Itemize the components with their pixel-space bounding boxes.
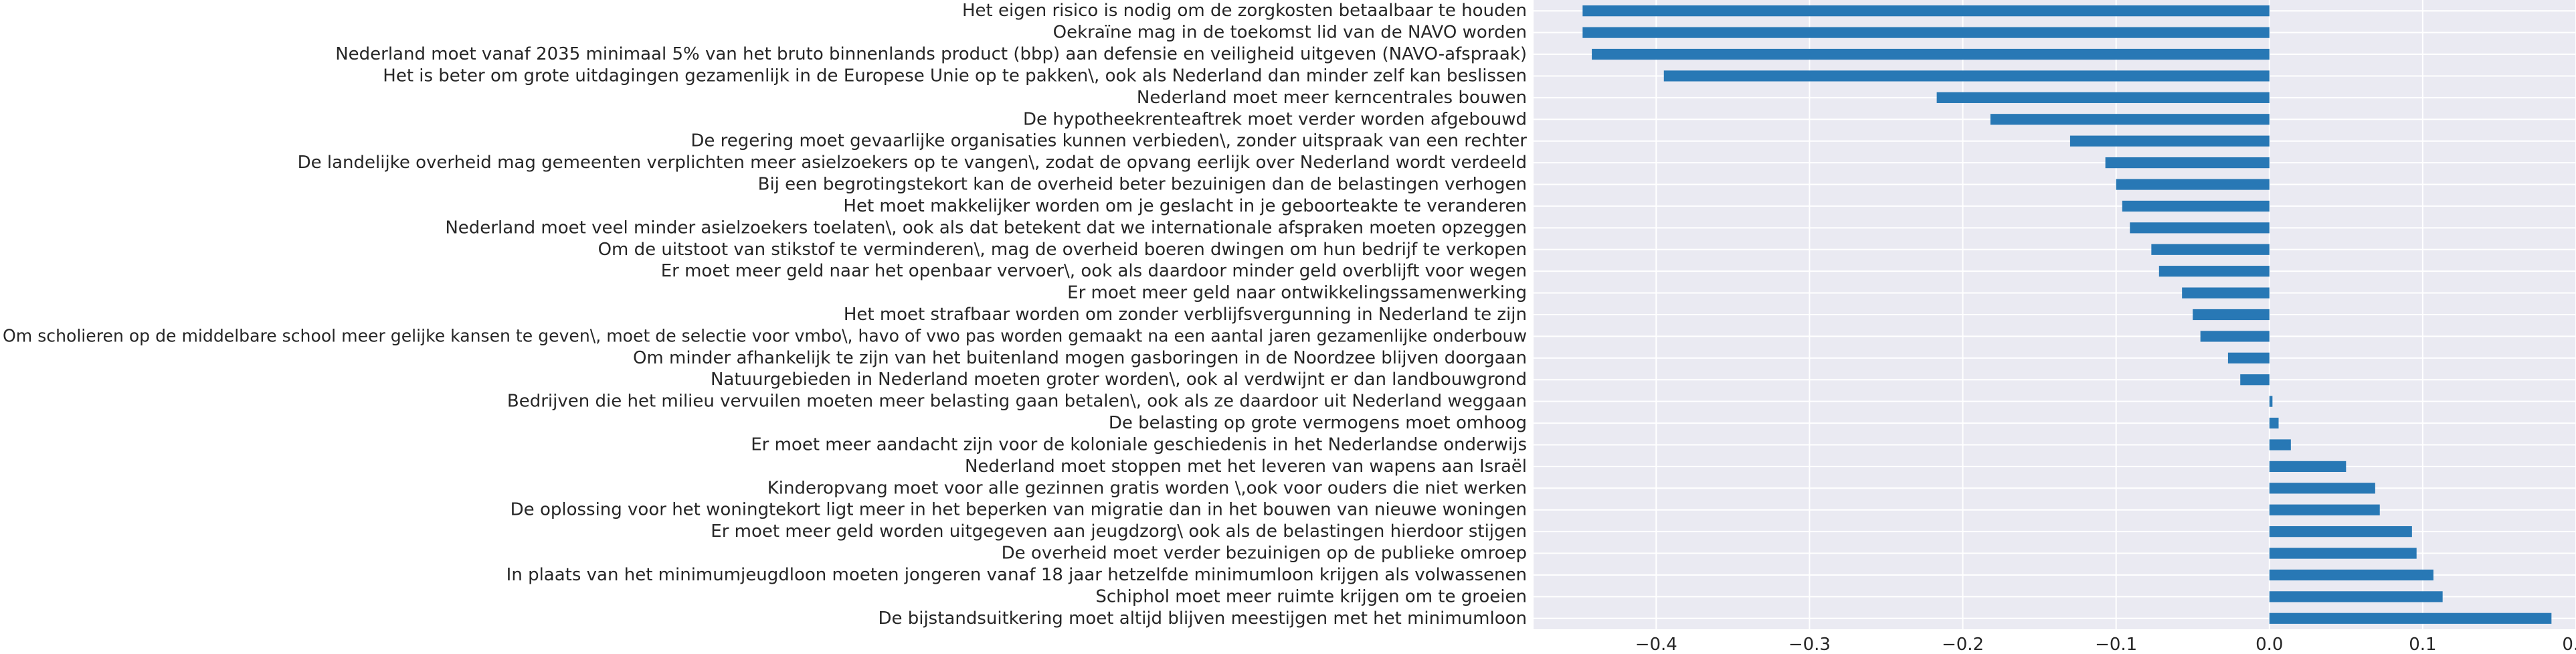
- bar: [2116, 179, 2270, 190]
- category-label: Het moet makkelijker worden om je geslac…: [843, 196, 1527, 216]
- category-label: Er moet meer geld naar het openbaar verv…: [661, 261, 1527, 281]
- x-tick-label: −0.3: [1788, 635, 1831, 654]
- category-label: Nederland moet stoppen met het leveren v…: [965, 457, 1527, 477]
- category-label: De bijstandsuitkering moet altijd blijve…: [878, 608, 1527, 629]
- category-label: Nederland moet veel minder asielzoekers …: [445, 218, 1527, 238]
- bar: [1990, 114, 2270, 125]
- category-label: Nederland moet vanaf 2035 minimaal 5% va…: [335, 44, 1527, 64]
- bar: [2105, 157, 2270, 169]
- bar: [2151, 244, 2270, 255]
- category-label: Bedrijven die het milieu vervuilen moete…: [507, 392, 1527, 412]
- bar: [2193, 309, 2270, 321]
- category-label: Oekraïne mag in de toekomst lid van de N…: [1053, 23, 1527, 43]
- bar: [2269, 548, 2417, 559]
- bar: [2069, 135, 2270, 147]
- bar: [2269, 526, 2412, 538]
- x-axis-ticks: −0.4 −0.3 −0.2 −0.1 0.0 0.1 0.2: [1635, 635, 2576, 654]
- category-label: De oplossing voor het woningtekort ligt …: [511, 500, 1527, 520]
- x-tick-label: 0.1: [2409, 635, 2436, 654]
- bar: [2269, 439, 2291, 451]
- category-label: Er moet meer geld naar ontwikkelingssame…: [1067, 283, 1527, 303]
- bar: [2200, 331, 2270, 342]
- bar: [2269, 569, 2433, 581]
- category-label: Om minder afhankelijk te zijn van het bu…: [633, 348, 1527, 368]
- category-label: De landelijke overheid mag gemeenten ver…: [298, 153, 1527, 173]
- category-label: Bij een begrotingstekort kan de overheid…: [758, 175, 1527, 195]
- category-label: Kinderopvang moet voor alle gezinnen gra…: [767, 478, 1527, 498]
- x-tick-label: −0.2: [1942, 635, 1984, 654]
- category-label: Om scholieren op de middelbare school me…: [3, 326, 1527, 346]
- bar: [2269, 612, 2552, 624]
- category-label: In plaats van het minimumjeugdloon moete…: [507, 565, 1527, 585]
- category-label: De belasting op grote vermogens moet omh…: [1109, 413, 1527, 433]
- bar: [1582, 5, 2270, 17]
- bar: [2269, 591, 2443, 602]
- bar: [2130, 222, 2270, 234]
- bar: [2269, 461, 2347, 472]
- bar: [2269, 504, 2380, 515]
- category-label: De hypotheekrenteaftrek moet verder word…: [1023, 109, 1527, 129]
- category-label: Schiphol moet meer ruimte krijgen om te …: [1095, 586, 1527, 606]
- bar: [1936, 92, 2270, 103]
- x-tick-label: −0.1: [2095, 635, 2137, 654]
- chart: Het eigen risico is nodig om de zorgkost…: [3, 0, 2576, 654]
- category-label: Het is beter om grote uitdagingen gezame…: [383, 66, 1527, 86]
- bar: [2269, 483, 2375, 494]
- category-label: Er moet meer geld worden uitgegeven aan …: [711, 521, 1527, 542]
- bar: [2158, 266, 2270, 277]
- x-tick-label: 0.0: [2256, 635, 2283, 654]
- category-label: De regering moet gevaarlijke organisatie…: [691, 131, 1527, 151]
- category-label: Om de uitstoot van stikstof te verminder…: [598, 240, 1527, 260]
- bar: [1592, 48, 2270, 60]
- bar: [1582, 27, 2270, 38]
- category-label: De overheid moet verder bezuinigen op de…: [1002, 544, 1527, 564]
- bar: [2227, 352, 2270, 363]
- category-label: Natuurgebieden in Nederland moeten grote…: [711, 370, 1527, 390]
- bar: [2269, 417, 2279, 429]
- bar: [2240, 374, 2270, 386]
- bar: [2122, 200, 2270, 212]
- x-tick-label: −0.4: [1635, 635, 1677, 654]
- bar: [2269, 396, 2273, 407]
- category-labels: Het eigen risico is nodig om de zorgkost…: [3, 1, 1527, 629]
- x-tick-label: 0.2: [2562, 635, 2576, 654]
- category-label: Het eigen risico is nodig om de zorgkost…: [962, 1, 1527, 21]
- category-label: Het moet strafbaar worden om zonder verb…: [844, 305, 1527, 325]
- bar: [2182, 287, 2270, 299]
- category-label: Nederland moet meer kerncentrales bouwen: [1137, 88, 1527, 108]
- bar: [1663, 70, 2270, 82]
- category-label: Er moet meer aandacht zijn voor de kolon…: [751, 434, 1527, 455]
